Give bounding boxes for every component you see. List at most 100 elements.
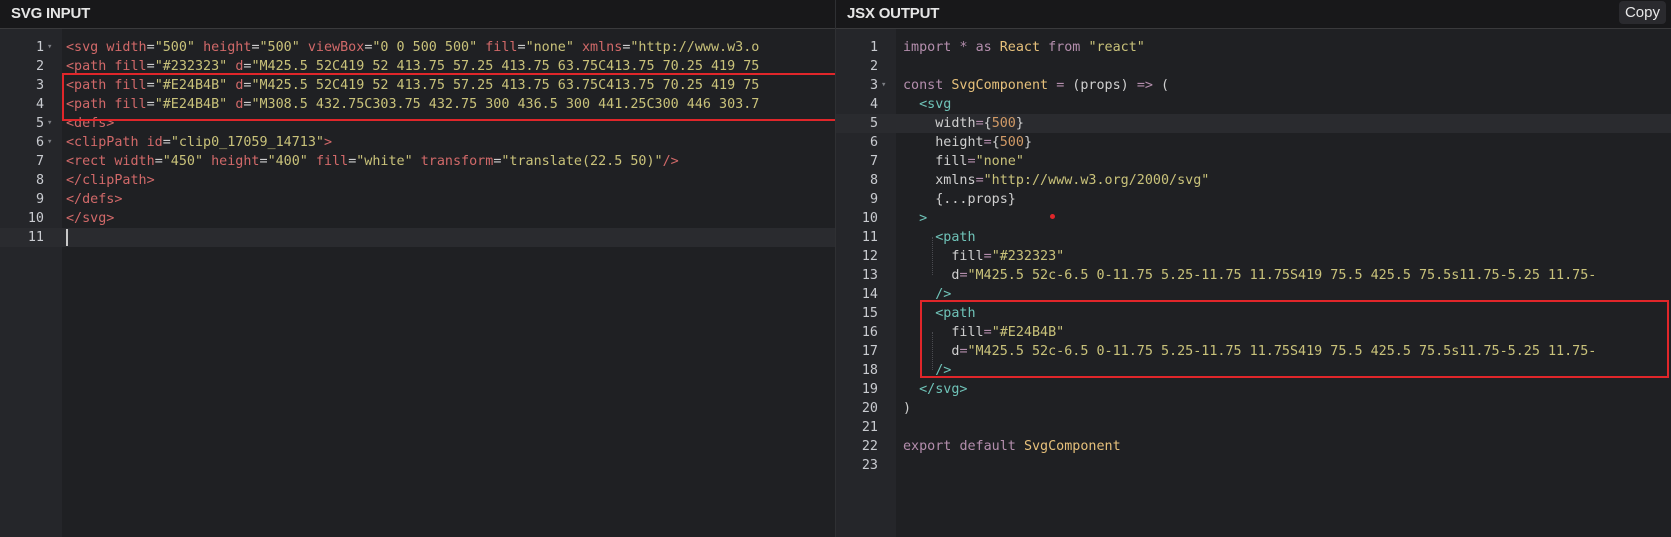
line-number: 14 xyxy=(861,287,878,302)
code-line[interactable]: 6 ▾ <clipPath id="clip0_17059_14713"> xyxy=(0,133,835,152)
line-number: 4 xyxy=(35,97,44,112)
code-token: ) xyxy=(903,401,912,416)
code-text: > xyxy=(903,209,927,228)
code-token: fill xyxy=(485,40,518,55)
code-text: <rect width="450" height="400" fill="whi… xyxy=(66,152,679,171)
code-line[interactable]: 10 > xyxy=(836,209,1671,228)
line-number: 10 xyxy=(861,211,878,226)
code-token: <svg xyxy=(66,40,99,55)
fold-toggle-icon[interactable]: ▾ xyxy=(881,76,886,95)
code-line[interactable]: 9 </defs> xyxy=(0,190,835,209)
line-number: 13 xyxy=(861,268,878,283)
code-token: = xyxy=(967,154,976,169)
line-number: 3 xyxy=(35,78,44,93)
code-line[interactable]: 11 xyxy=(0,228,835,247)
code-line[interactable]: 21 xyxy=(836,418,1671,437)
code-line[interactable]: 1 ▾ <svg width="500" height="500" viewBox=… xyxy=(0,38,835,57)
code-token: export xyxy=(903,439,952,454)
code-token: <clipPath xyxy=(66,135,139,150)
code-line[interactable]: 6 height={500} xyxy=(836,133,1671,152)
highlight-box-input xyxy=(62,73,835,121)
code-line[interactable]: 20) xyxy=(836,399,1671,418)
code-token: "clip0_17059_14713" xyxy=(170,135,324,150)
code-text: <clipPath id="clip0_17059_14713"> xyxy=(66,133,332,152)
code-token: } xyxy=(1023,135,1032,150)
line-number: 4 xyxy=(869,97,878,112)
cursor-marker-dot xyxy=(1050,214,1055,219)
code-line[interactable]: 5 width={500} xyxy=(836,114,1671,133)
code-line[interactable]: 12 fill="#232323" xyxy=(836,247,1671,266)
fold-toggle-icon[interactable]: ▾ xyxy=(47,133,52,152)
jsx-output-title: JSX OUTPUT xyxy=(847,5,940,22)
code-line[interactable]: 13 d="M425.5 52c-6.5 0-11.75 5.25-11.75 … xyxy=(836,266,1671,285)
code-token: { xyxy=(991,135,1000,150)
code-line[interactable]: 23 xyxy=(836,456,1671,475)
code-line[interactable]: 9 {...props} xyxy=(836,190,1671,209)
code-text: </defs> xyxy=(66,190,122,209)
line-number: 19 xyxy=(861,382,878,397)
line-number: 2 xyxy=(869,59,878,74)
code-line[interactable]: 8 </clipPath> xyxy=(0,171,835,190)
code-text xyxy=(66,228,68,247)
svg-input-panel: SVG INPUT 1 ▾ <svg width="500" height="500… xyxy=(0,0,835,537)
code-line[interactable]: 4 <svg xyxy=(836,95,1671,114)
code-lines[interactable]: 1 ▾ <svg width="500" height="500" viewBox=… xyxy=(0,38,835,247)
code-token: "http://www.w3.o xyxy=(630,40,760,55)
fold-toggle-icon[interactable]: ▾ xyxy=(47,38,52,57)
code-line[interactable]: 2 xyxy=(836,57,1671,76)
code-token: "white" xyxy=(356,154,413,169)
code-text: </svg> xyxy=(903,380,967,399)
code-token: (props) xyxy=(1064,78,1137,93)
text-cursor xyxy=(66,228,68,246)
code-text: fill="none" xyxy=(903,152,1024,171)
code-token: { xyxy=(983,116,992,131)
code-token: 500 xyxy=(991,116,1016,131)
line-number: 23 xyxy=(861,458,878,473)
line-number: 5 xyxy=(35,116,44,131)
code-token: </clipPath> xyxy=(66,173,155,188)
fold-toggle-icon[interactable]: ▾ xyxy=(47,114,52,133)
line-number: 9 xyxy=(869,192,878,207)
code-text: ) xyxy=(903,399,911,418)
code-line[interactable]: 3 ▾ const SvgComponent = (props) => ( xyxy=(836,76,1671,95)
line-number: 1 xyxy=(869,40,878,55)
code-token: viewBox xyxy=(307,40,365,55)
code-line[interactable]: 8 xmlns="http://www.w3.org/2000/svg" xyxy=(836,171,1671,190)
line-number: 10 xyxy=(27,211,44,226)
line-number: 11 xyxy=(861,230,878,245)
code-text: </svg> xyxy=(66,209,114,228)
copy-button[interactable]: Copy xyxy=(1618,1,1666,24)
jsx-output-panel: JSX OUTPUT Copy 1 import * as React from … xyxy=(835,0,1671,537)
code-line[interactable]: 10 </svg> xyxy=(0,209,835,228)
code-token: "translate(22.5 50)" xyxy=(501,154,663,169)
line-number: 5 xyxy=(869,116,878,131)
jsx-output-editor[interactable]: 1 import * as React from "react" 2 3 ▾ const … xyxy=(836,29,1671,537)
code-line[interactable]: 7 <rect width="450" height="400" fill="wh… xyxy=(0,152,835,171)
code-text: import * as React from "react" xyxy=(903,38,1145,57)
code-line[interactable]: 11 <path xyxy=(836,228,1671,247)
code-token: </defs> xyxy=(66,192,123,207)
code-text: fill="#232323" xyxy=(903,247,1064,266)
code-lines[interactable]: 1 import * as React from "react" 2 3 ▾ const … xyxy=(836,38,1671,475)
code-line[interactable]: 7 fill="none" xyxy=(836,152,1671,171)
code-token: = xyxy=(146,59,155,74)
code-token: <path xyxy=(66,59,107,74)
code-line[interactable]: 19 </svg> xyxy=(836,380,1671,399)
indent-guide xyxy=(932,237,933,275)
code-line[interactable]: 1 import * as React from "react" xyxy=(836,38,1671,57)
code-line[interactable]: 22 export default SvgComponent xyxy=(836,437,1671,456)
code-token: default xyxy=(959,439,1016,454)
code-token: "none" xyxy=(975,154,1024,169)
